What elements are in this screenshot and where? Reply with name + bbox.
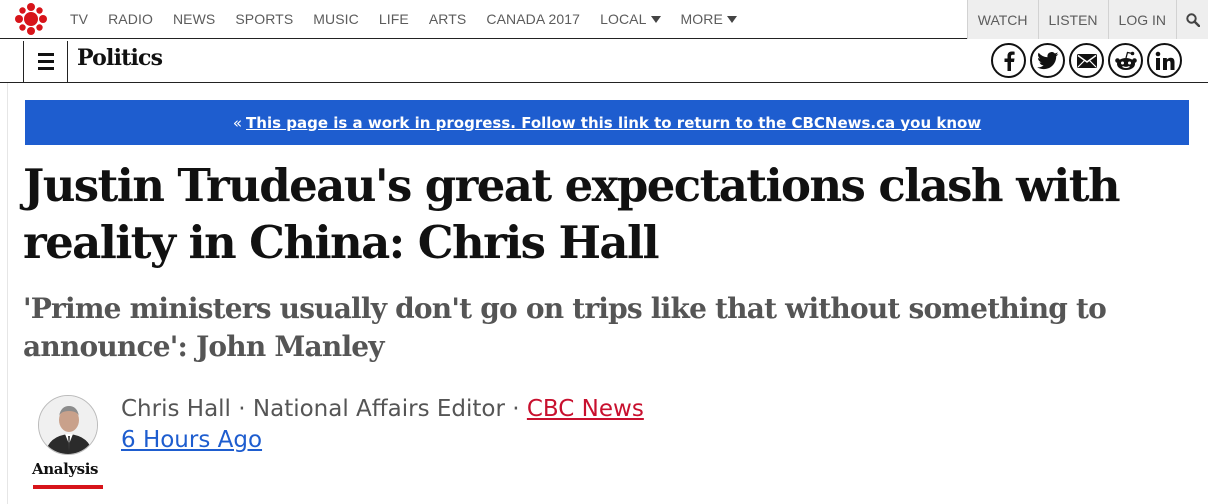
twitter-icon — [1036, 51, 1058, 69]
nav-music-label: MUSIC — [313, 11, 359, 27]
twitter-share-button[interactable] — [1030, 43, 1065, 78]
nav-arts-label: ARTS — [428, 11, 467, 27]
article-deck: 'Prime ministers usually don't go on tri… — [23, 292, 1107, 363]
publish-timestamp[interactable]: 6 Hours Ago — [121, 427, 262, 453]
nav-canada-2017-label: CANADA 2017 — [486, 11, 581, 27]
nav-news[interactable]: NEWS — [163, 0, 225, 39]
login-label: LOG IN — [1118, 11, 1166, 28]
menu-button[interactable] — [23, 41, 68, 82]
work-in-progress-banner: « This page is a work in progress. Follo… — [25, 100, 1189, 145]
analysis-underline — [33, 485, 103, 489]
return-to-classic-link[interactable]: This page is a work in progress. Follow … — [246, 114, 981, 132]
facebook-icon — [1004, 51, 1015, 71]
nav-news-label: NEWS — [172, 11, 216, 27]
nav-more-dropdown[interactable]: MORE — [671, 0, 747, 39]
nav-tv[interactable]: TV — [60, 0, 98, 39]
search-icon — [1185, 12, 1200, 27]
analysis-label: Analysis — [32, 460, 99, 478]
nav-music[interactable]: MUSIC — [303, 0, 369, 39]
watch-label: WATCH — [977, 11, 1028, 28]
nav-canada-2017[interactable]: CANADA 2017 — [476, 0, 590, 39]
facebook-share-button[interactable] — [991, 43, 1026, 78]
nav-sports[interactable]: SPORTS — [225, 0, 303, 39]
article-headline: Justin Trudeau's great expectations clas… — [23, 159, 1121, 269]
menu-icon — [37, 53, 54, 56]
nav-arts[interactable]: ARTS — [419, 0, 477, 39]
nav-local-dropdown[interactable]: LOCAL — [590, 0, 670, 39]
nav-life[interactable]: LIFE — [369, 0, 419, 39]
reddit-share-button[interactable] — [1108, 43, 1143, 78]
byline-separator: · — [504, 396, 527, 422]
byline-separator: · — [230, 396, 253, 422]
nav-radio[interactable]: RADIO — [98, 0, 163, 39]
share-buttons — [991, 43, 1182, 78]
linkedin-share-button[interactable] — [1147, 43, 1182, 78]
account-nav: WATCH LISTEN LOG IN — [966, 0, 1208, 39]
author-role: National Affairs Editor — [252, 396, 505, 422]
nav-more-label: MORE — [680, 11, 723, 27]
login-link[interactable]: LOG IN — [1107, 0, 1176, 39]
author-name: Chris Hall — [121, 396, 231, 422]
section-bar: Politics — [0, 39, 1208, 83]
nav-life-label: LIFE — [378, 11, 409, 27]
nav-radio-label: RADIO — [108, 11, 153, 27]
listen-link[interactable]: LISTEN — [1037, 0, 1108, 39]
linkedin-icon — [1155, 51, 1174, 70]
email-icon — [1076, 53, 1097, 68]
byline: Chris Hall · National Affairs Editor · C… — [121, 396, 644, 422]
caret-down-icon — [650, 15, 661, 23]
menu-icon-line — [37, 67, 54, 70]
cbc-gem-logo-icon[interactable] — [0, 0, 60, 39]
watch-link[interactable]: WATCH — [966, 0, 1038, 39]
nav-tv-label: TV — [70, 11, 89, 27]
menu-icon-line — [37, 60, 54, 63]
banner-prefix: « — [232, 113, 243, 132]
author-avatar — [38, 395, 98, 455]
top-navigation: TV RADIO NEWS SPORTS MUSIC LIFE ARTS CAN… — [0, 0, 1208, 39]
source-link[interactable]: CBC News — [527, 396, 644, 422]
nav-local-label: LOCAL — [600, 11, 647, 27]
page-border — [7, 83, 8, 504]
search-button[interactable] — [1176, 0, 1208, 39]
section-title[interactable]: Politics — [77, 45, 163, 71]
main-nav-links: TV RADIO NEWS SPORTS MUSIC LIFE ARTS CAN… — [60, 0, 747, 39]
reddit-icon — [1114, 51, 1137, 70]
email-share-button[interactable] — [1069, 43, 1104, 78]
nav-sports-label: SPORTS — [235, 11, 294, 27]
listen-label: LISTEN — [1048, 11, 1098, 28]
caret-down-icon — [726, 15, 737, 23]
